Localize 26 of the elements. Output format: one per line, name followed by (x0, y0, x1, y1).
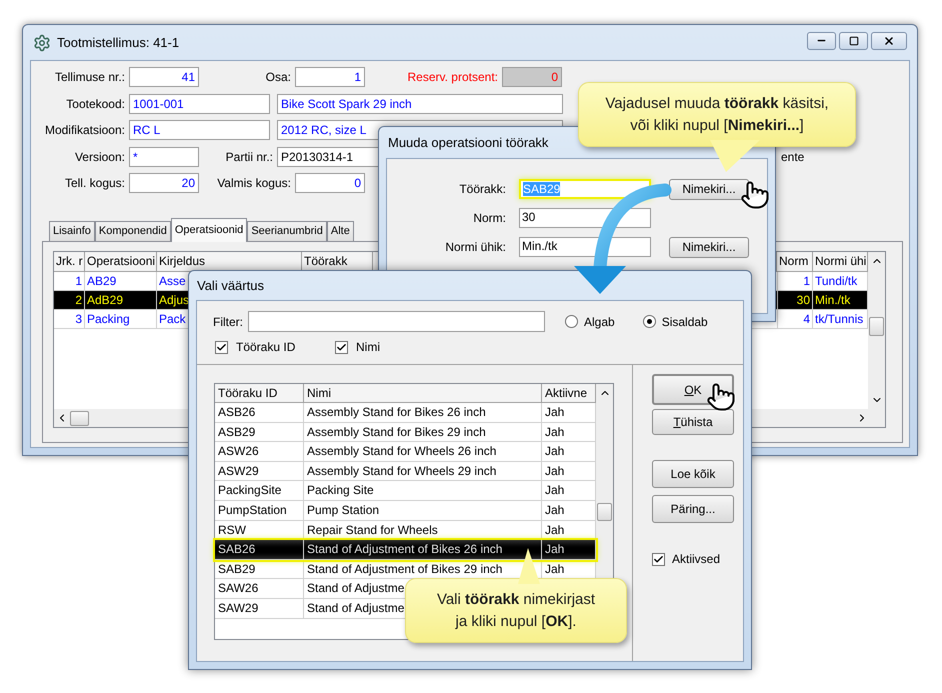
field-label: Valmis kogus: (216, 175, 291, 192)
field-label: Normi ühik: (444, 239, 506, 256)
checkbox-label: Tööraku ID (236, 339, 296, 356)
field-label: Osa: (264, 69, 291, 86)
field-label: Töörakk: (458, 181, 506, 198)
table-cell: Jah (542, 540, 596, 560)
field-label: Tell. kogus: (64, 175, 125, 192)
table-cell: 4 (777, 310, 813, 329)
table-cell: SAW29 (215, 598, 304, 619)
field-label: Partii nr.: (224, 148, 273, 166)
callout-text: Vajadusel muuda töörakk käsitsi, või kliki nupul [Nimekiri...] (605, 94, 829, 136)
field-label: Filter: (213, 314, 244, 330)
table-cell: 3 (54, 310, 85, 329)
field-label: Tootekood: (65, 96, 125, 112)
dialog-title: Muuda operatsiooni töörakk (388, 134, 548, 152)
field-label: ente (781, 148, 804, 166)
field-label: Norm: (472, 210, 506, 227)
checkbox-label: Aktiivsed (672, 551, 720, 568)
field-label: Versioon: (74, 148, 125, 166)
field-label: Tellimuse nr.: (54, 69, 125, 86)
checkbox-label: Nimi (356, 339, 380, 356)
field-label: Reserv. protsent: (406, 69, 498, 86)
table-cell: Packing (85, 310, 157, 329)
window-title: Tootmistellimus: 41-1 (57, 34, 180, 52)
table-cell: SAB26 (215, 540, 304, 560)
field-label: Modifikatsioon: (44, 122, 125, 139)
